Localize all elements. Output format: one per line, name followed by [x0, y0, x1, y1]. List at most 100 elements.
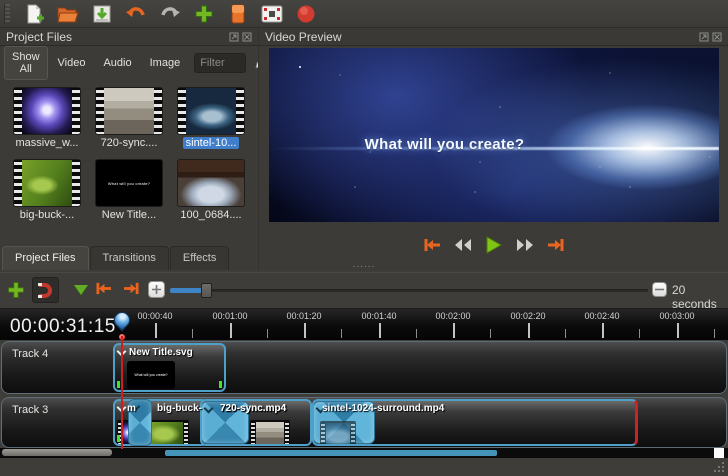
- next-marker-icon[interactable]: [122, 281, 141, 301]
- ruler-label: 00:01:00: [212, 311, 247, 321]
- close-panel-icon[interactable]: [242, 32, 252, 42]
- filter-video-button[interactable]: Video: [50, 52, 94, 74]
- file-item-bigbuck[interactable]: big-buck-...: [6, 160, 88, 230]
- project-files-title: Project Files: [6, 30, 72, 44]
- file-name: massive_w...: [13, 137, 82, 149]
- file-item-sintel[interactable]: sintel-10...: [170, 88, 252, 158]
- playback-controls: [259, 234, 728, 256]
- play-icon[interactable]: [483, 236, 505, 254]
- track-4-name: Track 4: [12, 348, 48, 360]
- tab-transitions[interactable]: Transitions: [90, 246, 169, 270]
- rewind-icon[interactable]: [452, 236, 474, 254]
- clip-thumbnail: [250, 420, 290, 446]
- float-panel-icon[interactable]: [699, 32, 709, 42]
- ruler-label: 00:02:20: [510, 311, 545, 321]
- ruler-label: 00:02:00: [435, 311, 470, 321]
- file-name: big-buck-...: [17, 209, 77, 221]
- clip-720sync[interactable]: 720-sync.mp4 720-sync.mp4: [200, 399, 312, 446]
- open-project-icon[interactable]: [56, 3, 80, 25]
- tab-effects[interactable]: Effects: [170, 246, 229, 270]
- zoom-slider-fill: [170, 288, 202, 293]
- file-item-720sync[interactable]: 720-sync....: [88, 88, 170, 158]
- file-item-massive[interactable]: massive_w...: [6, 88, 88, 158]
- undo-icon[interactable]: [124, 3, 148, 25]
- jump-start-icon[interactable]: [421, 236, 443, 254]
- filter-audio-button[interactable]: Audio: [95, 52, 139, 74]
- video-preview-panel: Video Preview What will you create?: [258, 28, 728, 270]
- clip-resize-grip[interactable]: [117, 435, 120, 442]
- new-project-icon[interactable]: [22, 3, 46, 25]
- import-files-icon[interactable]: [192, 3, 216, 25]
- current-timecode: 00:00:31:15: [10, 316, 116, 338]
- zoom-out-icon[interactable]: [652, 282, 667, 297]
- add-track-icon[interactable]: [7, 281, 25, 304]
- file-thumbnail: [96, 88, 162, 134]
- preview-stars: [299, 66, 301, 68]
- filter-show-all-button[interactable]: Show All: [4, 46, 48, 80]
- file-thumbnail: What will you create?: [96, 160, 162, 206]
- clip-thumbnail: [320, 421, 356, 446]
- horizontal-scrollbar-thumb[interactable]: [2, 449, 112, 456]
- center-playhead-icon[interactable]: [148, 281, 165, 298]
- timeline-ruler[interactable]: 00:00:31:15 00:00:40 00:01:00 00:01:20 0…: [0, 308, 728, 340]
- clip-label: big-buck-: [157, 403, 202, 414]
- redo-icon[interactable]: [158, 3, 182, 25]
- previous-marker-icon[interactable]: [94, 281, 113, 301]
- ruler-label: 00:02:40: [584, 311, 619, 321]
- clip-new-title[interactable]: New Title.svg What will you create?: [113, 343, 226, 392]
- partial-track-clip-edge[interactable]: [165, 450, 497, 456]
- project-files-header: Project Files: [0, 28, 258, 46]
- ruler-label: 00:03:00: [659, 311, 694, 321]
- file-item-newtitle[interactable]: What will you create? New Title...: [88, 160, 170, 230]
- preview-video-image: [269, 48, 719, 222]
- close-panel-icon[interactable]: [712, 32, 722, 42]
- video-preview-header: Video Preview: [259, 28, 728, 46]
- scrollbar-corner: [714, 448, 724, 458]
- window-resize-grip[interactable]: [713, 461, 725, 473]
- ruler-label: 00:00:40: [137, 311, 172, 321]
- clip-resize-grip[interactable]: [219, 381, 222, 388]
- main-toolbar: [0, 0, 728, 28]
- float-panel-icon[interactable]: [229, 32, 239, 42]
- record-icon[interactable]: [294, 3, 318, 25]
- snapping-toggle[interactable]: [32, 277, 59, 303]
- clip-label: sintel-1024-surround.mp4: [322, 403, 444, 414]
- file-item-1000684[interactable]: 100_0684....: [170, 160, 252, 230]
- ruler-label: 00:01:20: [286, 311, 321, 321]
- openshot-window: Project Files Show All Video Audio Image…: [0, 0, 728, 476]
- file-name: New Title...: [99, 209, 159, 221]
- panel-splitter-handle[interactable]: ......: [353, 262, 376, 268]
- jump-end-icon[interactable]: [545, 236, 567, 254]
- fast-forward-icon[interactable]: [514, 236, 536, 254]
- clip-sintel[interactable]: sintel-1024-surround.mp4: [312, 399, 638, 446]
- export-video-icon[interactable]: [260, 3, 284, 25]
- file-thumbnail: [14, 160, 80, 206]
- add-marker-icon[interactable]: [74, 285, 88, 295]
- filter-image-button[interactable]: Image: [142, 52, 189, 74]
- left-panel-tabs: Project Files Transitions Effects: [0, 245, 258, 270]
- track-3-name: Track 3: [12, 404, 48, 416]
- save-project-icon[interactable]: [90, 3, 114, 25]
- file-thumbnail: [14, 88, 80, 134]
- clip-resize-grip[interactable]: [117, 381, 120, 388]
- file-name-selected: sintel-10...: [183, 137, 240, 149]
- file-thumbnail: [178, 160, 244, 206]
- preview-title-text: What will you create?: [269, 136, 620, 153]
- track-3-row[interactable]: Track 3 m big-buck- 720-sync.mp4 720-syn…: [1, 397, 727, 448]
- choose-profile-icon[interactable]: [226, 3, 250, 25]
- video-preview-title: Video Preview: [265, 30, 342, 44]
- zoom-slider-track[interactable]: [170, 289, 648, 292]
- toolbar-grip[interactable]: [4, 4, 10, 24]
- playhead-line: [121, 336, 123, 449]
- ruler-label: 00:01:40: [361, 311, 396, 321]
- file-name: 100_0684....: [177, 209, 244, 221]
- transition-chevron-icon[interactable]: [204, 404, 214, 414]
- tab-project-files[interactable]: Project Files: [2, 246, 89, 270]
- file-filter-row: Show All Video Audio Image: [4, 50, 254, 76]
- track-4-row[interactable]: Track 4 New Title.svg What will you crea…: [1, 341, 727, 394]
- filter-input[interactable]: [194, 53, 246, 73]
- video-preview-frame: What will you create?: [269, 48, 719, 222]
- file-name: 720-sync....: [98, 137, 161, 149]
- clip-label: 720-sync.mp4: [220, 403, 286, 414]
- zoom-slider-handle[interactable]: [201, 283, 212, 298]
